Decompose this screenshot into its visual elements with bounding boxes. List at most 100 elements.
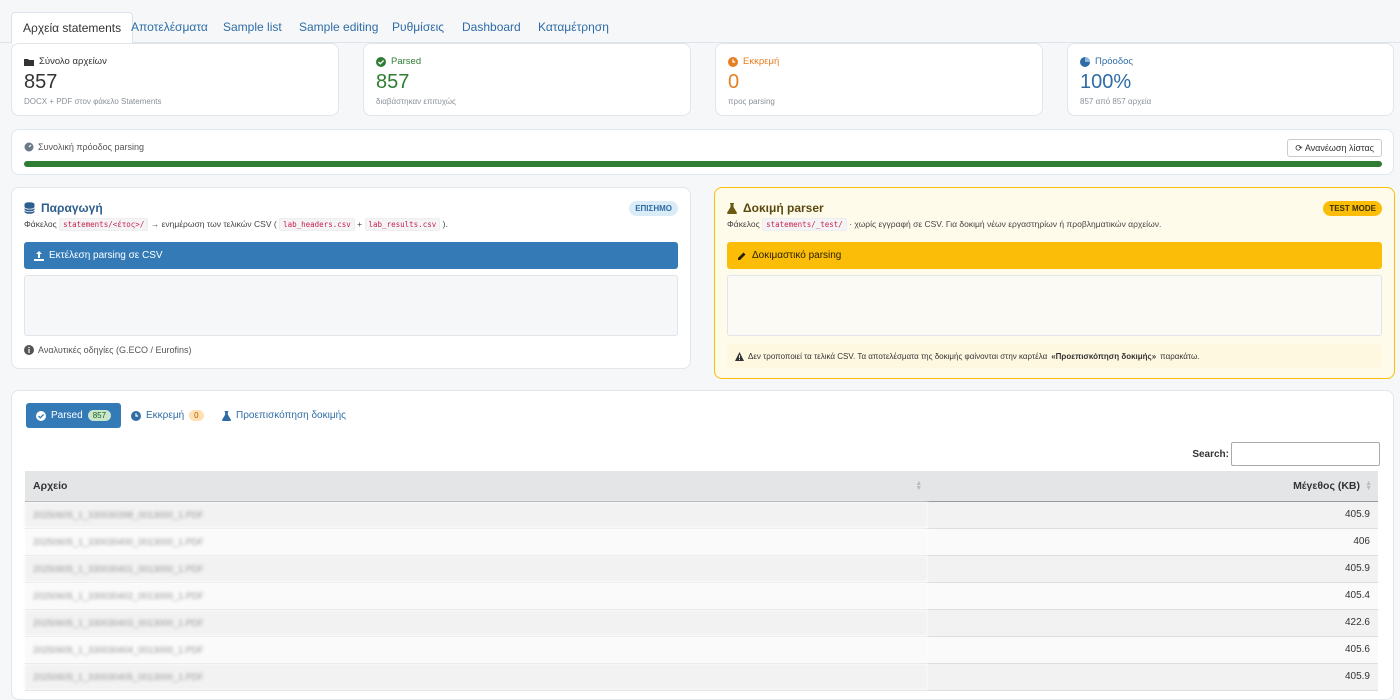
refresh-label: Ανανέωση λίστας bbox=[1304, 143, 1374, 153]
stat-progress-label-row: Πρόοδος bbox=[1080, 56, 1133, 67]
file-size-cell: 405.6 bbox=[928, 636, 1378, 664]
stat-value: 857 bbox=[24, 71, 58, 93]
stat-card-total: Σύνολο αρχείων 857 DOCX + PDF στον φάκελ… bbox=[11, 43, 339, 116]
desc-text: + bbox=[357, 219, 363, 229]
production-panel: Παραγωγή ΕΠΙΣΗΜΟ Φάκελος statements/<έτο… bbox=[11, 187, 691, 369]
table-row[interactable]: 20250605_1_330030404_0013000_1.PDF 405.6 bbox=[25, 636, 1378, 664]
instructions-toggle[interactable]: Αναλυτικές οδηγίες (G.ECO / Eurofins) bbox=[24, 345, 192, 355]
file-size-cell: 405.4 bbox=[928, 582, 1378, 610]
column-header-file[interactable]: Αρχείο ▲ ▼ bbox=[25, 471, 929, 502]
tab-dashboard[interactable]: Dashboard bbox=[451, 12, 532, 43]
test-title-row: Δοκιμή parser bbox=[727, 201, 824, 215]
gauge-icon bbox=[24, 142, 34, 152]
production-description: Φάκελος statements/<έτος>/ → ενημέρωση τ… bbox=[24, 218, 448, 231]
folder-path: statements/_test/ bbox=[762, 218, 847, 231]
stat-value: 857 bbox=[376, 71, 410, 93]
subtab-parsed[interactable]: Parsed 857 bbox=[26, 403, 122, 428]
file-size-cell: 406 bbox=[928, 528, 1378, 556]
test-warning-note: Δεν τροποποιεί τα τελικά CSV. Τα αποτελέ… bbox=[727, 344, 1382, 368]
desc-text: ). bbox=[442, 219, 448, 229]
test-title: Δοκιμή parser bbox=[743, 201, 824, 215]
table-row[interactable]: 20250605_1_330030400_0013000_1.PDF 406 bbox=[25, 528, 1378, 556]
files-table: Αρχείο ▲ ▼ Μέγεθος (KB) ▲ ▼ 20250605_1_33003… bbox=[25, 471, 1378, 691]
tab-settings[interactable]: Ρυθμίσεις bbox=[381, 12, 455, 43]
tab-results[interactable]: Αποτελέσματα bbox=[120, 12, 219, 43]
progress-bar bbox=[24, 161, 1382, 167]
folder-icon bbox=[24, 58, 34, 66]
stat-total-label-row: Σύνολο αρχείων bbox=[24, 56, 107, 67]
stat-sub: DOCX + PDF στον φάκελο Statements bbox=[24, 97, 162, 106]
database-icon bbox=[24, 202, 35, 214]
tab-count[interactable]: Καταμέτρηση bbox=[527, 12, 620, 43]
header-label: Μέγεθος (KB) bbox=[1293, 479, 1360, 492]
pie-chart-icon bbox=[1080, 56, 1090, 67]
check-circle-icon bbox=[36, 410, 46, 421]
table-row[interactable]: 20250605_1_330030405_0013000_1.PDF 405.9 bbox=[25, 663, 1378, 691]
file-size-cell: 405.9 bbox=[928, 555, 1378, 583]
parsed-count-badge: 857 bbox=[87, 410, 112, 421]
refresh-icon: ⟳ bbox=[1295, 143, 1303, 153]
instructions-label: Αναλυτικές οδηγίες (G.ECO / Eurofins) bbox=[38, 345, 192, 355]
info-icon bbox=[24, 345, 34, 355]
header-label: Αρχείο bbox=[33, 479, 68, 492]
subtab-preview-label: Προεπισκόπηση δοκιμής bbox=[236, 410, 346, 421]
file-name-cell: 20250605_1_330030405_0013000_1.PDF bbox=[25, 663, 929, 691]
folder-path: statements/<έτος>/ bbox=[59, 218, 149, 231]
warning-text: παρακάτω. bbox=[1160, 351, 1200, 361]
file-name-cell: 20250605_1_330030398_0013000_1.PDF bbox=[25, 501, 929, 529]
stat-value: 0 bbox=[728, 71, 740, 93]
production-title: Παραγωγή bbox=[41, 201, 103, 215]
tab-sample-list[interactable]: Sample list bbox=[212, 12, 293, 43]
warning-icon bbox=[735, 351, 744, 361]
test-parsing-label: Δοκιμαστικό parsing bbox=[752, 250, 842, 261]
desc-text: Φάκελος bbox=[24, 219, 57, 229]
stat-parsed-label-row: Parsed bbox=[376, 56, 421, 67]
tab-sample-editing[interactable]: Sample editing bbox=[288, 12, 389, 43]
test-mode-badge: TEST MODE bbox=[1323, 201, 1382, 216]
progress-label: Συνολική πρόοδος parsing bbox=[38, 142, 145, 152]
subtab-test-preview[interactable]: Προεπισκόπηση δοκιμής bbox=[212, 403, 356, 428]
warning-tab-name: «Προεπισκόπηση δοκιμής» bbox=[1051, 351, 1157, 361]
test-parsing-button[interactable]: Δοκιμαστικό parsing bbox=[727, 242, 1382, 269]
search-label: Search: bbox=[1192, 449, 1229, 460]
test-output-box bbox=[727, 275, 1382, 336]
csv-file-name: lab_results.csv bbox=[364, 218, 441, 231]
flask-icon bbox=[727, 202, 737, 214]
subtab-pending[interactable]: Εκκρεμή 0 bbox=[121, 403, 214, 428]
table-row[interactable]: 20250605_1_330030398_0013000_1.PDF 405.9 bbox=[25, 501, 1378, 529]
stat-label: Πρόοδος bbox=[1095, 56, 1133, 67]
official-badge: ΕΠΙΣΗΜΟ bbox=[629, 201, 678, 216]
table-row[interactable]: 20250605_1_330030401_0013000_1.PDF 405.9 bbox=[25, 555, 1378, 583]
run-parsing-button[interactable]: Εκτέλεση parsing σε CSV bbox=[24, 242, 678, 269]
subtab-parsed-label: Parsed bbox=[51, 410, 83, 421]
stat-card-pending: Εκκρεμή 0 προς parsing bbox=[715, 43, 1043, 116]
file-name-cell: 20250605_1_330030404_0013000_1.PDF bbox=[25, 636, 929, 664]
file-name-cell: 20250605_1_330030403_0013000_1.PDF bbox=[25, 609, 929, 637]
table-row[interactable]: 20250605_1_330030403_0013000_1.PDF 422.6 bbox=[25, 609, 1378, 637]
progress-bar-fill bbox=[24, 161, 1382, 167]
main-tabs: Αρχεία statements Αποτελέσματα Sample li… bbox=[0, 0, 1400, 44]
run-parsing-label: Εκτέλεση parsing σε CSV bbox=[49, 250, 163, 261]
file-name-cell: 20250605_1_330030402_0013000_1.PDF bbox=[25, 582, 929, 610]
clock-icon bbox=[131, 410, 141, 421]
warning-text: Δεν τροποποιεί τα τελικά CSV. Τα αποτελέ… bbox=[748, 351, 1048, 361]
stat-label: Σύνολο αρχείων bbox=[39, 56, 107, 67]
progress-label-row: Συνολική πρόοδος parsing bbox=[24, 142, 144, 152]
refresh-list-button[interactable]: ⟳ Ανανέωση λίστας bbox=[1287, 139, 1382, 157]
check-circle-icon bbox=[376, 56, 386, 67]
stat-label: Parsed bbox=[391, 56, 422, 67]
subtab-pending-label: Εκκρεμή bbox=[146, 410, 185, 421]
table-row[interactable]: 20250605_1_330030402_0013000_1.PDF 405.4 bbox=[25, 582, 1378, 610]
stat-sub: 857 από 857 αρχεία bbox=[1080, 97, 1152, 106]
pencil-icon bbox=[738, 252, 746, 260]
tab-statement-files[interactable]: Αρχεία statements bbox=[11, 12, 134, 44]
test-panel: Δοκιμή parser TEST MODE Φάκελος statemen… bbox=[714, 187, 1395, 379]
desc-text: → ενημέρωση των τελικών CSV ( bbox=[150, 219, 277, 229]
stat-card-progress: Πρόοδος 100% 857 από 857 αρχεία bbox=[1067, 43, 1394, 116]
sort-icon: ▲ ▼ bbox=[1365, 480, 1372, 492]
table-header-row: Αρχείο ▲ ▼ Μέγεθος (KB) ▲ ▼ bbox=[25, 471, 1378, 502]
search-input[interactable] bbox=[1231, 442, 1380, 466]
overall-progress-card: Συνολική πρόοδος parsing ⟳ Ανανέωση λίστ… bbox=[11, 129, 1394, 175]
column-header-size[interactable]: Μέγεθος (KB) ▲ ▼ bbox=[928, 471, 1378, 502]
desc-text: Φάκελος bbox=[727, 219, 760, 229]
